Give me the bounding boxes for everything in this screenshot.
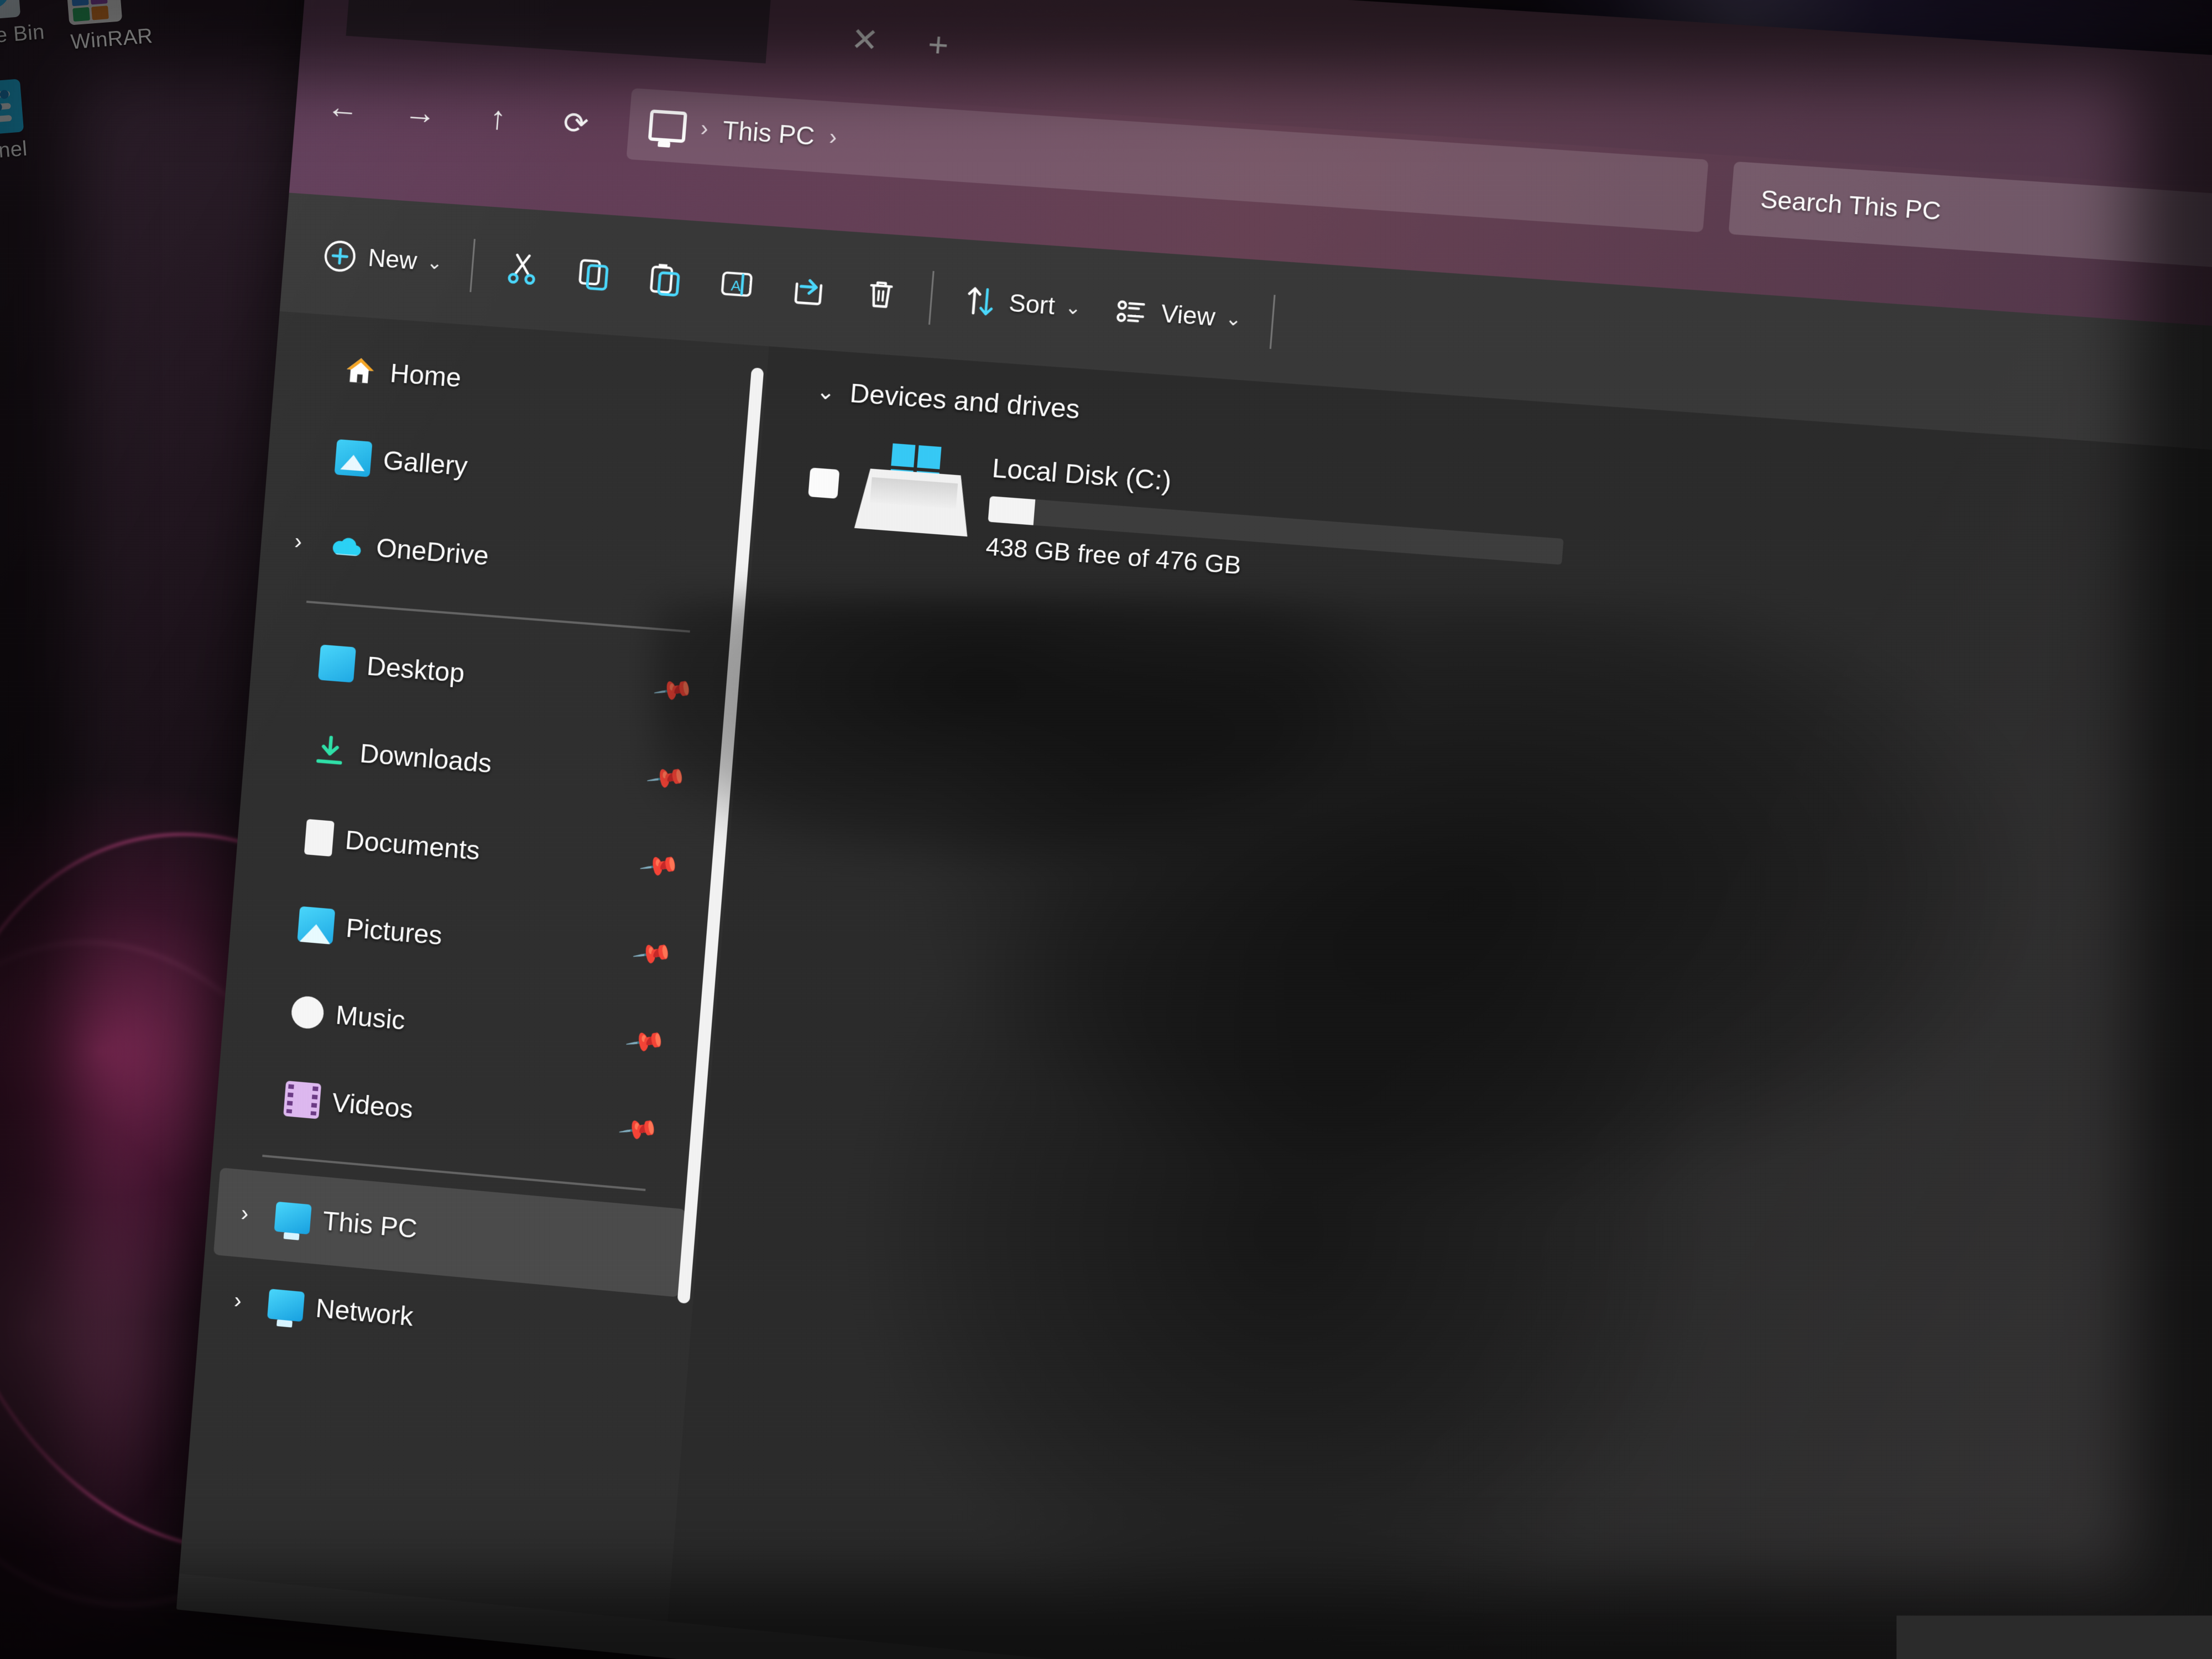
view-icon [1112,292,1152,332]
share-button[interactable] [770,253,847,325]
videos-icon [283,1081,321,1119]
group-header-label: Devices and drives [849,378,1081,426]
control-panel-icon [0,79,24,135]
rename-icon: A [717,264,757,304]
toolbar-divider-3 [1270,295,1276,349]
view-button[interactable]: View ⌄ [1094,275,1260,354]
paste-icon [645,259,685,299]
chevron-down-icon: ⌄ [1064,296,1082,320]
onedrive-icon [327,526,366,565]
toolbar-divider [469,238,476,291]
sidebar-item-label: OneDrive [375,533,490,572]
close-icon[interactable]: ✕ [837,12,893,67]
explorer-body: Home Gallery › OneDrive Desktop 📌 Downlo… [179,311,2212,1659]
sort-icon [960,281,1000,321]
sidebar-item-label: Home [389,358,462,393]
desktop-icon-label: Panel [0,137,28,165]
plus-circle-icon [320,237,359,276]
sidebar-item-label: Videos [331,1087,414,1125]
new-button-label: New [367,244,418,275]
sidebar-item-label: This PC [321,1206,418,1244]
home-icon [341,352,379,390]
new-tab-icon[interactable]: + [910,17,966,72]
gallery-icon [335,439,373,477]
item-checkbox[interactable] [808,468,839,499]
sidebar-item-label: Documents [344,825,481,866]
chevron-right-icon[interactable]: › [233,1288,257,1315]
sidebar-item-label: Network [315,1293,415,1332]
copy-button[interactable] [555,238,632,309]
network-icon [267,1288,305,1322]
desktop-icon [318,645,356,683]
hard-drive-windows-icon [854,445,974,537]
scissors-icon [502,249,542,289]
pin-icon[interactable]: 📌 [630,932,675,975]
chevron-right-icon[interactable]: › [294,529,317,556]
sidebar-item-label: Desktop [366,651,466,689]
forward-icon[interactable]: → [388,80,453,145]
navigation-pane: Home Gallery › OneDrive Desktop 📌 Downlo… [179,311,769,1621]
documents-icon [304,819,335,857]
sidebar-item-label: Downloads [359,738,493,779]
sort-button-label: Sort [1008,289,1056,320]
desktop-icon-recycle-bin[interactable]: ycle Bin [0,0,45,50]
breadcrumb-separator: › [700,116,709,142]
photo-scene: ycle Bin WinRAR Panel This PC ✕ [0,0,2212,1659]
up-icon[interactable]: ↑ [465,85,531,150]
cut-button[interactable] [484,233,560,304]
view-button-label: View [1160,300,1217,332]
pin-icon[interactable]: 📌 [651,668,696,712]
tab-this-pc[interactable]: This PC [346,0,775,64]
breadcrumb-this-pc[interactable]: This PC [722,115,816,152]
chevron-down-icon[interactable]: ⌄ [816,378,837,405]
pictures-icon [297,906,335,945]
share-icon [789,269,828,309]
this-pc-icon [648,109,687,143]
chevron-down-icon: ⌄ [1224,307,1243,331]
sort-button[interactable]: Sort ⌄ [943,265,1100,343]
file-explorer-window: This PC ✕ + ← → ↑ ⟳ › This PC › Search T… [176,0,2212,1659]
pin-icon[interactable]: 📌 [617,1108,661,1151]
sidebar-item-label: Gallery [382,445,469,482]
chevron-right-icon[interactable]: › [240,1201,264,1228]
drive-capacity-fill [988,496,1035,525]
this-pc-icon [274,1202,312,1235]
pin-icon[interactable]: 📌 [624,1020,668,1063]
breadcrumb-separator-trailing: › [828,124,838,150]
new-button[interactable]: New ⌄ [304,221,461,298]
copy-icon [573,254,613,294]
toolbar-divider-2 [928,270,934,324]
refresh-icon[interactable]: ⟳ [543,90,609,155]
music-icon [290,995,325,1030]
delete-button[interactable] [842,258,919,330]
pin-icon[interactable]: 📌 [645,756,689,800]
rename-button[interactable]: A [698,248,775,320]
downloads-icon [311,732,349,770]
desktop-icon-winrar[interactable]: WinRAR [65,0,154,55]
svg-text:A: A [730,277,742,294]
back-icon[interactable]: ← [310,75,376,139]
pin-icon[interactable]: 📌 [638,844,682,888]
sidebar-item-label: Pictures [345,912,444,951]
recycle-bin-icon [0,0,20,21]
paste-button[interactable] [627,243,703,315]
chevron-down-icon: ⌄ [426,251,444,274]
trash-icon [860,274,901,314]
search-placeholder: Search This PC [1760,186,1942,226]
file-list-pane: ⌄ Devices and drives Local Disk (C:) 438… [667,346,2212,1659]
winrar-icon [65,0,122,25]
sidebar-item-label: Music [335,1000,406,1036]
